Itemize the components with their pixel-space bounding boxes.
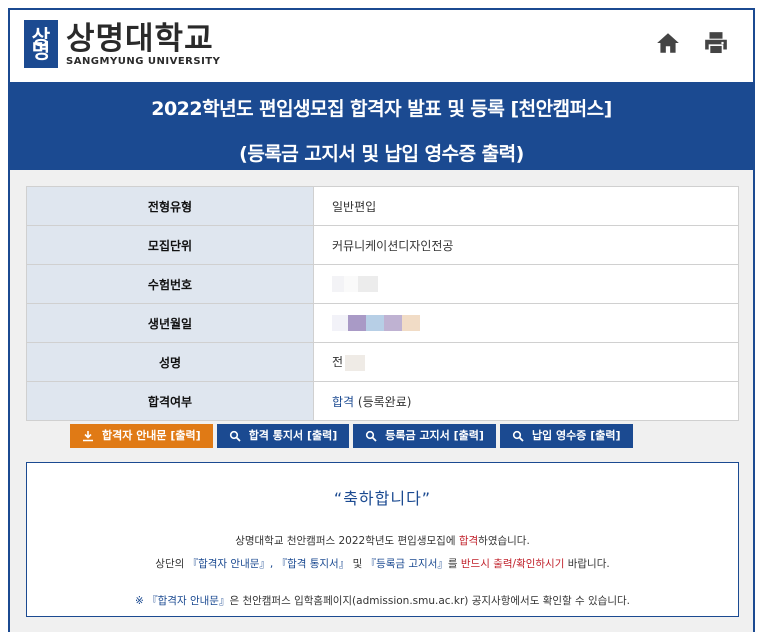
university-logo[interactable]: 상명 상명대학교 SANGMYUNG UNIVERSITY	[24, 20, 220, 68]
redacted-block	[384, 315, 402, 331]
bill-print-button[interactable]: 등록금 고지서 [출력]	[353, 424, 496, 448]
row-value-birthdate	[313, 303, 739, 343]
redacted-block	[366, 315, 384, 331]
main-content: 전형유형 일반편입 모집단위 커뮤니케이션디자인전공 수험번호 생년월일 성명 …	[10, 170, 753, 632]
congrats-bill-name: 『등록금 고지서』	[365, 558, 448, 570]
congrats-must-text: 반드시 출력/확인하시기	[460, 558, 565, 570]
congrats-pass-text: 합격	[458, 535, 479, 547]
table-row: 합격여부 합격 (등록완료)	[26, 381, 739, 421]
logo-korean: 상명대학교	[66, 20, 214, 57]
row-value-type: 일반편입	[313, 186, 739, 226]
redacted-block	[345, 354, 366, 371]
logo-english: SANGMYUNG UNIVERSITY	[66, 55, 221, 67]
notice-print-button[interactable]: 합격 통지서 [출력]	[216, 424, 350, 448]
title-banner: 2022학년도 편입생모집 합격자 발표 및 등록 [천안캠퍼스] (등록금 고…	[10, 82, 753, 170]
print-buttons: 합격자 안내문 [출력] 합격 통지서 [출력] 등록금 고지서 [출력] 납입…	[70, 424, 633, 448]
table-row: 모집단위 커뮤니케이션디자인전공	[26, 225, 739, 265]
search-icon	[512, 430, 524, 442]
top-bar: 상명 상명대학교 SANGMYUNG UNIVERSITY	[10, 10, 753, 82]
row-label-exam-number: 수험번호	[26, 264, 314, 304]
receipt-print-button[interactable]: 납입 영수증 [출력]	[499, 424, 633, 448]
name-initial: 전	[332, 355, 344, 370]
row-value-result: 합격 (등록완료)	[313, 381, 739, 421]
print-icon[interactable]	[703, 30, 729, 56]
result-note: (등록완료)	[357, 394, 412, 409]
receipt-print-label: 납입 영수증 [출력]	[531, 429, 621, 442]
home-icon[interactable]	[655, 30, 681, 56]
redacted-block	[332, 315, 348, 331]
bill-print-label: 등록금 고지서 [출력]	[385, 429, 484, 442]
header-icons	[655, 30, 729, 56]
congrats-text: 상명대학교 천안캠퍼스 2022학년도 편입생모집에	[235, 535, 459, 547]
notice-print-label: 합격 통지서 [출력]	[248, 429, 338, 442]
guide-print-button[interactable]: 합격자 안내문 [출력]	[70, 424, 213, 448]
page-title: 2022학년도 편입생모집 합격자 발표 및 등록 [천안캠퍼스]	[151, 98, 612, 120]
row-value-exam-number	[313, 264, 739, 304]
search-icon	[366, 430, 377, 442]
logo-mark: 상명	[24, 20, 58, 68]
congrats-text: 를	[447, 558, 461, 570]
redacted-block	[358, 276, 378, 292]
guide-print-label: 합격자 안내문 [출력]	[102, 429, 201, 442]
table-row: 성명 전	[26, 342, 739, 382]
congrats-note: ※ 『합격자 안내문』은 천안캠퍼스 입학홈페이지(admission.smu.…	[27, 593, 738, 608]
congrats-doc-names: 『합격자 안내문』, 『합격 통지서』	[187, 558, 350, 570]
page-frame: 상명 상명대학교 SANGMYUNG UNIVERSITY 2022학년도 편입…	[8, 8, 755, 632]
row-value-unit: 커뮤니케이션디자인전공	[313, 225, 739, 265]
row-label-unit: 모집단위	[26, 225, 314, 265]
redacted-block	[348, 315, 366, 331]
row-label-result: 합격여부	[26, 381, 314, 421]
congrats-line-2: 상단의 『합격자 안내문』, 『합격 통지서』 및 『등록금 고지서』를 반드시…	[27, 556, 738, 571]
table-row: 전형유형 일반편입	[26, 186, 739, 226]
table-row: 생년월일	[26, 303, 739, 343]
row-label-birthdate: 생년월일	[26, 303, 314, 343]
row-label-type: 전형유형	[26, 186, 314, 226]
applicant-info-table: 전형유형 일반편입 모집단위 커뮤니케이션디자인전공 수험번호 생년월일 성명 …	[26, 186, 739, 421]
redacted-block	[332, 276, 344, 292]
congrats-text: 상단의	[155, 558, 188, 570]
congrats-text: 하였습니다.	[478, 535, 530, 547]
download-icon	[83, 431, 93, 442]
page-subtitle: (등록금 고지서 및 납입 영수증 출력)	[239, 143, 524, 165]
row-value-name: 전	[313, 342, 739, 382]
note-doc-name: ※ 『합격자 안내문』	[135, 595, 230, 607]
table-row: 수험번호	[26, 264, 739, 304]
search-icon	[229, 430, 241, 442]
congratulations-box: “축하합니다” 상명대학교 천안캠퍼스 2022학년도 편입생모집에 합격하였습…	[26, 462, 739, 617]
congrats-headline: “축하합니다”	[333, 489, 432, 508]
row-label-name: 성명	[26, 342, 314, 382]
result-status: 합격	[332, 394, 355, 409]
congrats-line-1: 상명대학교 천안캠퍼스 2022학년도 편입생모집에 합격하였습니다.	[27, 533, 738, 548]
note-text: 은 천안캠퍼스 입학홈페이지(admission.smu.ac.kr) 공지사항…	[229, 595, 630, 607]
congrats-text: 바랍니다.	[564, 558, 610, 570]
redacted-block	[344, 276, 358, 292]
congrats-text: 및	[349, 558, 366, 570]
logo-text: 상명대학교 SANGMYUNG UNIVERSITY	[66, 22, 220, 67]
redacted-block	[402, 315, 420, 331]
